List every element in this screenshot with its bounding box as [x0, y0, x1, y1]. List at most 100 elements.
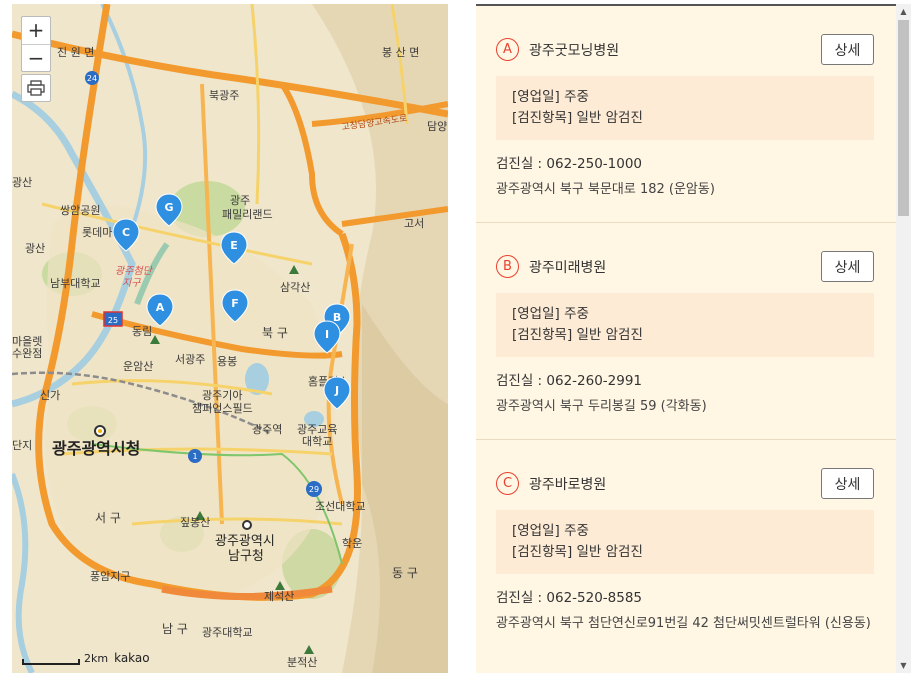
map-label: 남부대학교 — [50, 277, 101, 290]
scroll-down-arrow[interactable]: ▼ — [896, 658, 911, 673]
map-scale: 2km kakao — [22, 651, 150, 665]
zoom-out-button[interactable]: − — [22, 44, 50, 71]
hospital-list[interactable]: A 광주굿모닝병원 상세 [영업일] 주중 [검진항목] 일반 암검진 검진실 … — [476, 4, 896, 673]
map-label: 남 구 — [162, 622, 188, 636]
map-label: 풍암지구 — [90, 570, 130, 583]
hospital-address: 광주광역시 북구 북문대로 182 (운암동) — [496, 182, 715, 197]
map-label: 쌍암공원 — [60, 204, 100, 217]
svg-text:A: A — [156, 301, 165, 314]
list-scrollbar[interactable]: ▲ ▼ — [896, 4, 911, 673]
hospital-item: C 광주바로병원 상세 [영업일] 주중 [검진항목] 일반 암검진 검진실 :… — [476, 440, 896, 657]
map-label: 봉 산 면 — [382, 46, 419, 59]
svg-text:29: 29 — [309, 485, 319, 494]
hospital-phone: 검진실 : 062-520-8585 — [496, 590, 643, 606]
map-label: 패밀리랜드 — [222, 208, 273, 221]
map-label: 광주역 — [252, 423, 282, 436]
exam-items: [검진항목] 일반 암검진 — [512, 327, 643, 343]
detail-button[interactable]: 상세 — [821, 251, 874, 282]
hospital-info-box: [영업일] 주중 [검진항목] 일반 암검진 — [496, 293, 874, 357]
printer-icon — [27, 80, 45, 96]
map-label: 삼각산 — [280, 281, 310, 294]
hospital-info-box: [영업일] 주중 [검진항목] 일반 암검진 — [496, 76, 874, 140]
marker-badge: C — [496, 472, 519, 495]
map-label: 남구청 — [228, 549, 264, 564]
map-label: 광산 — [12, 176, 32, 189]
marker-badge: A — [496, 38, 519, 61]
map-label: 학운 — [342, 537, 362, 550]
hospital-item: A 광주굿모닝병원 상세 [영업일] 주중 [검진항목] 일반 암검진 검진실 … — [476, 6, 896, 223]
svg-text:F: F — [231, 297, 239, 310]
hospital-name[interactable]: 광주바로병원 — [529, 474, 606, 494]
zoom-control: + − — [21, 16, 51, 72]
map-label: 담양 — [427, 120, 447, 133]
marker-badge: B — [496, 255, 519, 278]
hospital-phone: 검진실 : 062-250-1000 — [496, 156, 643, 172]
scroll-up-arrow[interactable]: ▲ — [896, 4, 911, 19]
svg-text:25: 25 — [108, 316, 118, 325]
app-root: 24 25 1 29 진 원 면 봉 산 면 북광주 고창담양고속도로 담양 쌍… — [0, 0, 920, 673]
scale-bar — [22, 659, 80, 665]
map-label: 진 원 면 — [57, 46, 94, 59]
map-label: 서광주 — [175, 353, 205, 366]
exam-items: [검진항목] 일반 암검진 — [512, 110, 643, 126]
hospital-name[interactable]: 광주굿모닝병원 — [529, 40, 619, 60]
hospital-address: 광주광역시 북구 첨단연신로91번길 42 첨단써밋센트럴타워 (신용동) — [496, 616, 871, 631]
map-label: 광주대학교 — [202, 626, 253, 639]
detail-button[interactable]: 상세 — [821, 468, 874, 499]
map-label: 조선대학교 — [315, 500, 366, 513]
print-button[interactable] — [21, 74, 51, 102]
route-shield-24: 24 — [85, 71, 99, 85]
map-label: 단지 — [12, 439, 32, 452]
map-label: 용봉 — [217, 355, 237, 368]
map-label: 고서 — [404, 217, 424, 230]
map-label: 신가 — [40, 389, 60, 402]
map-label: 광주광역시청 — [52, 439, 140, 458]
route-shield-25: 25 — [103, 311, 123, 327]
map-label: 동 구 — [392, 566, 418, 580]
svg-text:I: I — [325, 328, 329, 341]
route-shield-29: 29 — [306, 481, 322, 497]
open-days: [영업일] 주중 — [512, 523, 589, 539]
map-label: 운암산 — [123, 360, 153, 373]
open-days: [영업일] 주중 — [512, 306, 589, 322]
hospital-info-box: [영업일] 주중 [검진항목] 일반 암검진 — [496, 510, 874, 574]
scroll-thumb[interactable] — [898, 20, 909, 216]
map-label: 분적산 — [287, 656, 317, 669]
map-label: 대학교 — [302, 435, 332, 448]
map-label: 광주기아 — [202, 389, 242, 402]
map-label: 북광주 — [209, 89, 239, 102]
hospital-item: B 광주미래병원 상세 [영업일] 주중 [검진항목] 일반 암검진 검진실 :… — [476, 223, 896, 440]
map-label: 제석산 — [264, 590, 294, 603]
kakao-logo: kakao — [114, 651, 150, 665]
map-label: 짚봉산 — [180, 516, 210, 529]
map-label: 서 구 — [95, 511, 121, 525]
hospital-address: 광주광역시 북구 두리봉길 59 (각화동) — [496, 399, 707, 414]
svg-text:C: C — [122, 226, 130, 239]
map-canvas[interactable]: 24 25 1 29 진 원 면 봉 산 면 북광주 고창담양고속도로 담양 쌍… — [12, 4, 448, 673]
svg-text:G: G — [164, 201, 173, 214]
map-label: 챔피언스필드 — [192, 402, 253, 415]
map-label: 동림 — [132, 325, 152, 338]
open-days: [영업일] 주중 — [512, 89, 589, 105]
map-label: 북 구 — [262, 326, 288, 340]
detail-button[interactable]: 상세 — [821, 34, 874, 65]
route-shield-1: 1 — [188, 449, 202, 463]
hospital-name[interactable]: 광주미래병원 — [529, 257, 606, 277]
map-label: 광주 — [230, 194, 250, 207]
scale-label: 2km — [84, 652, 109, 665]
map-label: 광산 — [25, 242, 45, 255]
zoom-in-button[interactable]: + — [22, 17, 50, 44]
district-office-icon — [242, 520, 252, 530]
map-label: 수완점 — [12, 347, 42, 360]
svg-text:B: B — [333, 311, 341, 324]
svg-text:E: E — [230, 239, 238, 252]
map-label: 지구 — [122, 277, 141, 289]
svg-text:J: J — [334, 384, 339, 397]
hospital-phone: 검진실 : 062-260-2991 — [496, 373, 643, 389]
map-label: 광주광역시 — [215, 534, 275, 549]
exam-items: [검진항목] 일반 암검진 — [512, 544, 643, 560]
svg-text:1: 1 — [192, 452, 197, 461]
map-label: 광주첨단 — [115, 265, 154, 277]
svg-text:24: 24 — [87, 74, 97, 83]
map-view[interactable]: 24 25 1 29 진 원 면 봉 산 면 북광주 고창담양고속도로 담양 쌍… — [12, 4, 448, 673]
